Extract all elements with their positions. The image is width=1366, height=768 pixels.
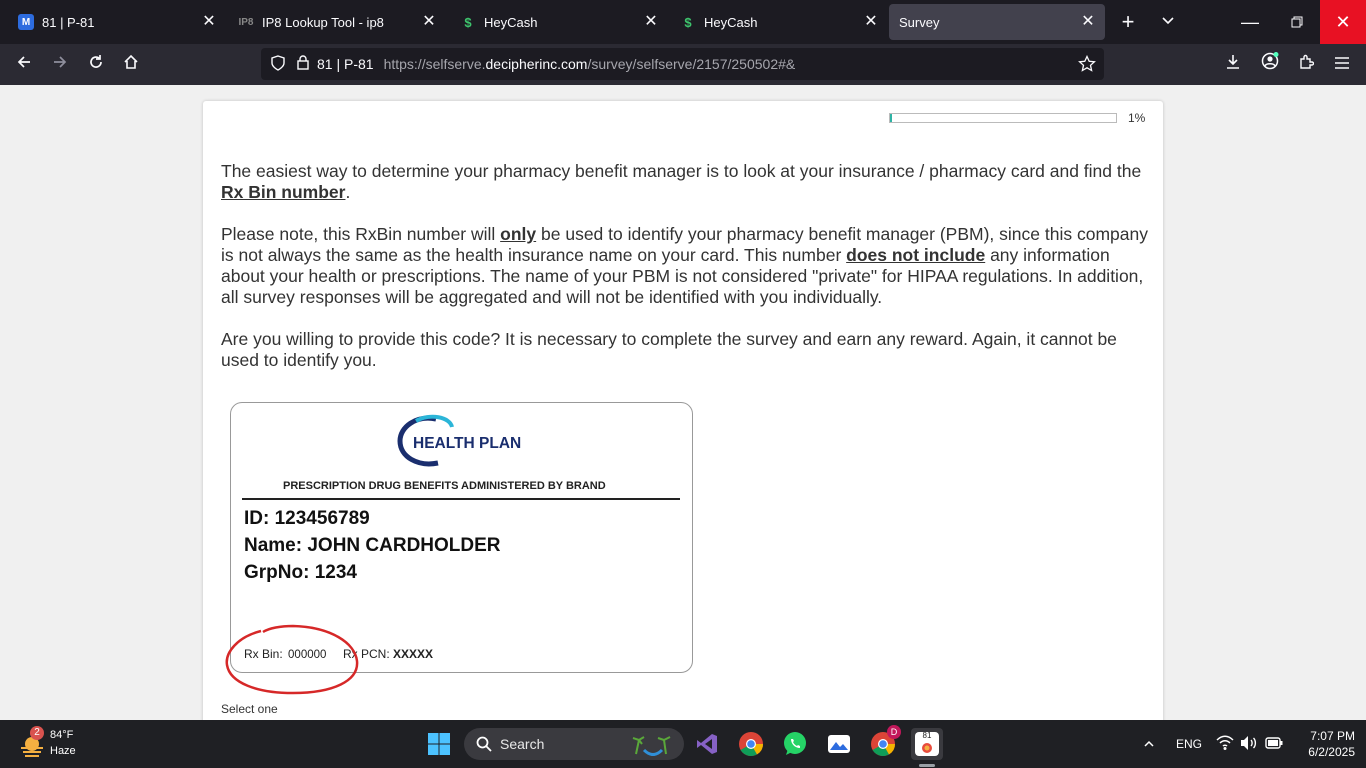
only-emphasis: only: [500, 224, 537, 244]
does-not-include-emphasis: does not include: [846, 245, 986, 265]
chrome-profile-icon[interactable]: D: [867, 725, 901, 760]
chevron-down-icon[interactable]: [1154, 8, 1182, 36]
taskbar-search-box[interactable]: Search: [464, 728, 684, 760]
window-close-icon[interactable]: ✕: [1320, 0, 1366, 44]
survey-panel: 1% The easiest way to determine your pha…: [203, 101, 1163, 720]
shield-icon[interactable]: [271, 54, 287, 74]
progress-bar: [889, 113, 1117, 123]
tab-title: IP8 Lookup Tool - ip8: [262, 14, 384, 30]
instruction-paragraph-1: The easiest way to determine your pharma…: [221, 161, 1151, 203]
active-app-icon[interactable]: 81: [911, 728, 943, 760]
tab-title: HeyCash: [484, 14, 538, 30]
tab-title: 81 | P-81: [42, 14, 95, 30]
url-bar[interactable]: 81 | P-81 https://selfserve.decipherinc.…: [261, 48, 1104, 80]
weather-temp: 84°F: [50, 729, 74, 741]
search-highlight-beach-icon: [630, 732, 674, 756]
chrome-profile-badge: D: [887, 725, 901, 739]
rx-bin-emphasis: Rx Bin number: [221, 182, 346, 202]
new-tab-icon[interactable]: +: [1114, 8, 1142, 36]
card-id: ID: 123456789: [244, 508, 370, 529]
rxpcn-value: XXXXX: [393, 647, 434, 661]
tab-title: HeyCash: [704, 14, 758, 30]
health-plan-logo-text: HEALTH PLAN: [413, 435, 522, 452]
volume-icon[interactable]: [1240, 735, 1258, 756]
url-text: https://selfserve.decipherinc.com/survey…: [384, 56, 796, 72]
instruction-paragraph-2: Please note, this RxBin number will only…: [221, 224, 1151, 308]
search-placeholder: Search: [500, 736, 545, 752]
tab-ip8[interactable]: IP8 IP8 Lookup Tool - ip8 ✕: [224, 4, 446, 40]
close-tab-icon[interactable]: ✕: [1079, 13, 1097, 31]
reload-icon[interactable]: [82, 50, 110, 78]
dollar-icon: $: [684, 14, 692, 30]
start-button-icon[interactable]: [423, 728, 455, 760]
dollar-icon: $: [464, 14, 472, 30]
search-icon: [476, 736, 492, 752]
progress-fill: [890, 114, 893, 122]
chevron-up-icon[interactable]: [1134, 728, 1164, 760]
p1-text: The easiest way to determine your pharma…: [221, 161, 1142, 181]
whatsapp-icon[interactable]: [779, 728, 811, 760]
menu-icon[interactable]: [1328, 50, 1356, 78]
app-icon: M: [18, 14, 34, 30]
account-icon[interactable]: [1256, 50, 1284, 78]
sample-insurance-card: HEALTH PLAN PRESCRIPTION DRUG BENEFITS A…: [225, 402, 693, 695]
url-prefix: https://selfserve.: [383, 56, 486, 72]
p2-text-a: Please note, this RxBin number will: [221, 224, 501, 244]
close-tab-icon[interactable]: ✕: [200, 13, 218, 31]
weather-desc: Haze: [50, 745, 76, 757]
lock-icon[interactable]: [297, 55, 311, 73]
forward-icon[interactable]: [46, 50, 74, 78]
page-content: 1% The easiest way to determine your pha…: [0, 85, 1366, 720]
weather-badge: 2: [30, 726, 44, 740]
back-icon[interactable]: [10, 50, 38, 78]
weather-widget[interactable]: 2 84°F Haze: [16, 726, 96, 760]
language-indicator[interactable]: ENG: [1176, 737, 1202, 751]
download-icon[interactable]: [1219, 50, 1247, 78]
wifi-icon[interactable]: [1216, 735, 1234, 756]
instruction-paragraph-3: Are you willing to provide this code? It…: [221, 329, 1117, 370]
tab-survey[interactable]: Survey ✕: [889, 4, 1105, 40]
tab-81[interactable]: M 81 | P-81 ✕: [4, 4, 226, 40]
active-app-badge: 81: [915, 731, 939, 756]
tab-bar: M 81 | P-81 ✕ IP8 IP8 Lookup Tool - ip8 …: [0, 0, 1366, 44]
url-domain: decipherinc.com: [485, 56, 588, 72]
close-tab-icon[interactable]: ✕: [862, 13, 880, 31]
active-app-indicator: [919, 764, 935, 767]
rxbin-highlight-ellipse: [225, 624, 359, 695]
close-tab-icon[interactable]: ✕: [420, 13, 438, 31]
clock[interactable]: 7:07 PM 6/2/2025: [1295, 728, 1355, 760]
visual-studio-icon[interactable]: [691, 728, 723, 760]
active-app-badge-text: 81: [922, 731, 932, 740]
p1-end: .: [345, 182, 351, 202]
clock-time: 7:07 PM: [1310, 729, 1355, 743]
clock-date: 6/2/2025: [1308, 745, 1355, 759]
restore-icon[interactable]: [1283, 8, 1311, 36]
health-plan-logo: HEALTH PLAN: [396, 413, 536, 469]
card-name: Name: JOHN CARDHOLDER: [244, 535, 501, 556]
close-tab-icon[interactable]: ✕: [642, 13, 660, 31]
card-divider: [242, 498, 680, 500]
minimize-icon[interactable]: —: [1236, 8, 1264, 36]
home-icon[interactable]: [117, 50, 145, 78]
tab-heycash-2[interactable]: $ HeyCash ✕: [666, 4, 888, 40]
progress-text: 1%: [1128, 111, 1146, 125]
battery-icon[interactable]: [1265, 736, 1283, 755]
photos-icon[interactable]: [823, 728, 855, 760]
card-subtitle: PRESCRIPTION DRUG BENEFITS ADMINISTERED …: [283, 480, 606, 492]
tab-title: Survey: [899, 14, 940, 30]
tab-heycash-1[interactable]: $ HeyCash ✕: [446, 4, 668, 40]
card-grpno: GrpNo: 1234: [244, 562, 357, 583]
ip8-icon: IP8: [238, 16, 254, 28]
chrome-icon[interactable]: [735, 728, 767, 760]
nav-bar: 81 | P-81 https://selfserve.decipherinc.…: [0, 44, 1366, 85]
taskbar: 2 84°F Haze Search D 81 ENG 7:07 PM 6/2/…: [0, 720, 1366, 768]
select-one-label: Select one: [221, 702, 278, 716]
url-path: /survey/selfserve/2157/250502#&: [587, 56, 796, 72]
site-label: 81 | P-81: [317, 56, 374, 72]
bookmark-star-icon[interactable]: [1078, 54, 1096, 76]
extensions-icon[interactable]: [1292, 50, 1320, 78]
